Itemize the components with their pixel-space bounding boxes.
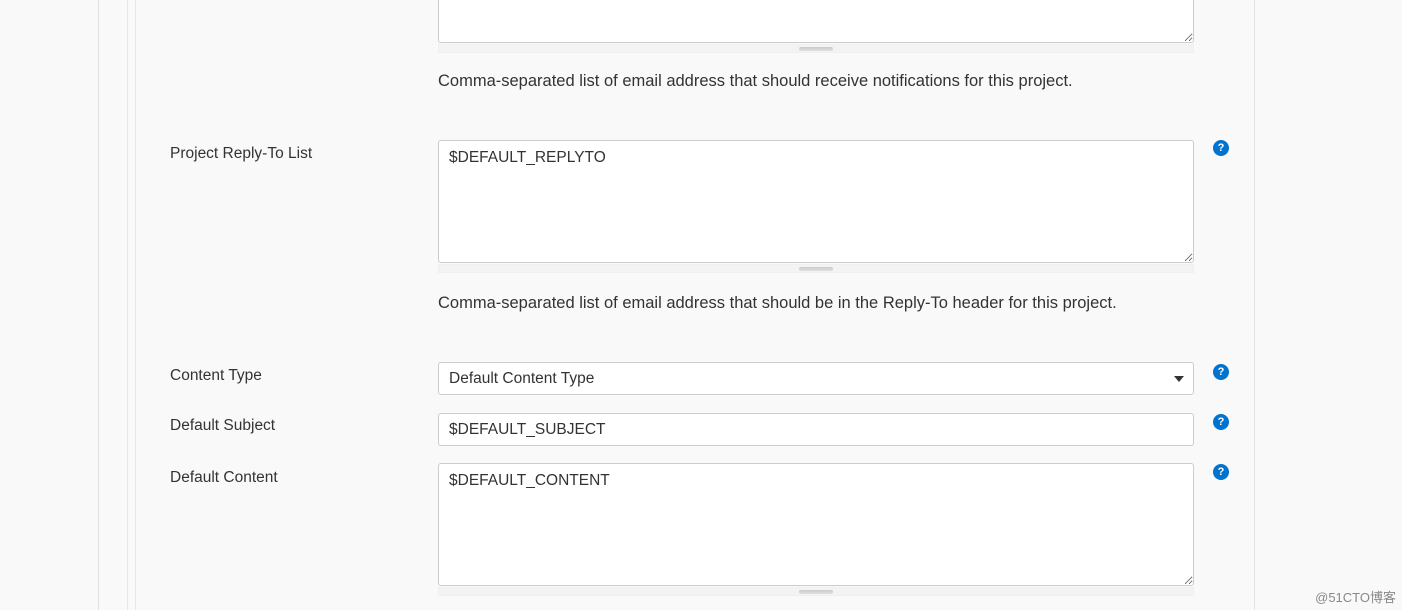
textarea-grab-handle-icon bbox=[799, 47, 833, 51]
default-subject-input[interactable] bbox=[438, 413, 1194, 446]
textarea-grab-bar[interactable] bbox=[438, 264, 1194, 273]
help-icon[interactable] bbox=[1213, 464, 1229, 480]
help-icon[interactable] bbox=[1213, 364, 1229, 380]
default-content-label: Default Content bbox=[170, 469, 278, 487]
watermark-text: @51CTO博客 bbox=[1315, 587, 1396, 606]
reply-to-label: Project Reply-To List bbox=[170, 145, 312, 163]
reply-to-textarea[interactable] bbox=[438, 140, 1194, 263]
textarea-grab-bar[interactable] bbox=[438, 587, 1194, 596]
default-content-textarea[interactable] bbox=[438, 463, 1194, 586]
textarea-grab-bar[interactable] bbox=[438, 44, 1194, 53]
drag-strip-left bbox=[127, 0, 128, 610]
panel-border-left bbox=[98, 0, 99, 610]
panel-border-right bbox=[1254, 0, 1255, 610]
content-type-select[interactable]: Default Content Type bbox=[438, 362, 1194, 395]
recipient-list-help-text: Comma-separated list of email address th… bbox=[438, 67, 1198, 95]
textarea-grab-handle-icon bbox=[799, 267, 833, 271]
textarea-grab-handle-icon bbox=[799, 590, 833, 594]
help-icon[interactable] bbox=[1213, 414, 1229, 430]
default-subject-label: Default Subject bbox=[170, 417, 275, 435]
help-icon[interactable] bbox=[1213, 140, 1229, 156]
drag-strip-right bbox=[135, 0, 136, 610]
reply-to-help-text: Comma-separated list of email address th… bbox=[438, 289, 1198, 317]
content-type-label: Content Type bbox=[170, 367, 262, 385]
project-recipient-list-textarea[interactable] bbox=[438, 0, 1194, 43]
